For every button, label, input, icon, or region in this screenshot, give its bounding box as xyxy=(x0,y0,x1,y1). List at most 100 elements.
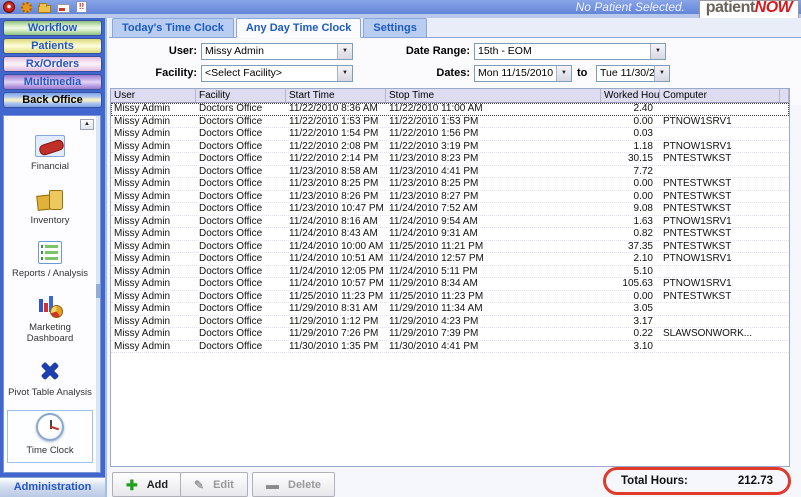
marketing-icon xyxy=(36,294,64,318)
table-cell: 11/25/2010 11:23 PM xyxy=(386,291,601,303)
edit-button[interactable]: ✎Edit xyxy=(180,472,248,497)
logo-text-patient: patient xyxy=(706,0,755,16)
table-row[interactable]: Missy AdminDoctors Office11/24/2010 10:0… xyxy=(111,241,789,254)
chevron-down-icon[interactable]: ▼ xyxy=(556,66,571,81)
chevron-down-icon[interactable]: ▼ xyxy=(337,66,352,81)
table-row[interactable]: Missy AdminDoctors Office11/24/2010 8:16… xyxy=(111,216,789,229)
table-row[interactable]: Missy AdminDoctors Office11/23/2010 8:26… xyxy=(111,191,789,204)
tab-any-day-time-clock[interactable]: Any Day Time Clock xyxy=(236,18,362,38)
table-cell: Missy Admin xyxy=(111,303,196,315)
sidebar-item-multimedia[interactable]: Multimedia xyxy=(3,74,102,90)
table-cell: PNTESTWKST xyxy=(660,153,780,165)
table-cell: 11/24/2010 8:43 AM xyxy=(286,228,386,240)
table-cell: 11/22/2010 2:14 PM xyxy=(286,153,386,165)
table-cell: 11/23/2010 8:25 PM xyxy=(386,178,601,190)
table-row[interactable]: Missy AdminDoctors Office11/23/2010 8:25… xyxy=(111,178,789,191)
table-cell: 0.82 xyxy=(601,228,660,240)
alert-icon[interactable]: !! xyxy=(76,1,87,13)
table-cell: Missy Admin xyxy=(111,228,196,240)
table-row[interactable]: Missy AdminDoctors Office11/29/2010 1:12… xyxy=(111,316,789,329)
sidebar-item-rxorders[interactable]: Rx/Orders xyxy=(3,56,102,72)
facility-select[interactable]: <Select Facility>▼ xyxy=(201,65,353,82)
patient-status-text: No Patient Selected. xyxy=(385,0,685,14)
table-row[interactable]: Missy AdminDoctors Office11/22/2010 2:14… xyxy=(111,153,789,166)
table-row[interactable]: Missy AdminDoctors Office11/29/2010 7:26… xyxy=(111,328,789,341)
date-range-select[interactable]: 15th - EOM▼ xyxy=(474,43,666,60)
table-cell: Doctors Office xyxy=(196,216,286,228)
column-header-facility[interactable]: Facility xyxy=(196,89,286,102)
sidebar-item-patients[interactable]: Patients xyxy=(3,38,102,54)
table-cell: Missy Admin xyxy=(111,116,196,128)
chevron-down-icon[interactable]: ▼ xyxy=(337,44,352,59)
column-header-user[interactable]: User xyxy=(111,89,196,102)
date-range-label: Date Range: xyxy=(390,45,470,57)
table-row[interactable]: Missy AdminDoctors Office11/24/2010 10:5… xyxy=(111,278,789,291)
table-cell: Missy Admin xyxy=(111,253,196,265)
table-cell: PTNOW1SRV1 xyxy=(660,216,780,228)
table-row[interactable]: Missy AdminDoctors Office11/29/2010 8:31… xyxy=(111,303,789,316)
column-header-stop-time[interactable]: Stop Time xyxy=(386,89,601,102)
table-cell: 0.00 xyxy=(601,291,660,303)
table-cell: 11/24/2010 10:00 AM xyxy=(286,241,386,253)
delete-button[interactable]: ▬Delete xyxy=(252,472,335,497)
sidebar-item-pivot-table-analysis[interactable]: Pivot Table Analysis xyxy=(7,356,93,401)
table-cell: Missy Admin xyxy=(111,166,196,178)
dates-label: Dates: xyxy=(422,67,470,79)
chevron-down-icon[interactable]: ▼ xyxy=(654,66,669,81)
table-row[interactable]: Missy AdminDoctors Office11/25/2010 11:2… xyxy=(111,291,789,304)
gear-icon[interactable] xyxy=(21,2,32,13)
main-content: Today's Time ClockAny Day Time ClockSett… xyxy=(109,18,801,497)
table-row[interactable]: Missy AdminDoctors Office11/24/2010 12:0… xyxy=(111,266,789,279)
sidebar: Workflow Patients Rx/Orders Multimedia Back … xyxy=(0,18,107,497)
user-select[interactable]: Missy Admin▼ xyxy=(201,43,353,60)
clock-icon[interactable] xyxy=(3,1,15,13)
table-cell: PTNOW1SRV1 xyxy=(660,116,780,128)
table-row[interactable]: Missy AdminDoctors Office11/24/2010 10:5… xyxy=(111,253,789,266)
mail-icon[interactable] xyxy=(57,4,70,13)
panel-scroll-up-button[interactable]: ▲ xyxy=(80,119,94,130)
table-cell: Doctors Office xyxy=(196,191,286,203)
table-row[interactable]: Missy AdminDoctors Office11/22/2010 1:54… xyxy=(111,128,789,141)
sidebar-item-financial[interactable]: Financial xyxy=(7,132,93,175)
sidebar-item-label: Pivot Table Analysis xyxy=(8,387,92,398)
sidebar-item-backoffice[interactable]: Back Office xyxy=(3,92,102,108)
column-header-start-time[interactable]: Start Time xyxy=(286,89,386,102)
sidebar-item-marketing-dashboard[interactable]: Marketing Dashboard xyxy=(7,291,93,347)
table-cell: 5.10 xyxy=(601,266,660,278)
panel-scrollbar[interactable] xyxy=(96,116,100,472)
table-row[interactable]: Missy AdminDoctors Office11/24/2010 8:43… xyxy=(111,228,789,241)
table-cell: Doctors Office xyxy=(196,278,286,290)
table-cell: 11/29/2010 1:12 PM xyxy=(286,316,386,328)
chevron-down-icon[interactable]: ▼ xyxy=(650,44,665,59)
add-button[interactable]: ✚Add xyxy=(112,472,182,497)
sidebar-item-reports-analysis[interactable]: Reports / Analysis xyxy=(7,238,93,282)
sidebar-item-inventory[interactable]: Inventory xyxy=(7,184,93,229)
table-cell: 11/23/2010 8:58 AM xyxy=(286,166,386,178)
table-cell: Doctors Office xyxy=(196,253,286,265)
sidebar-item-time-clock[interactable]: Time Clock xyxy=(7,410,93,463)
sidebar-item-workflow[interactable]: Workflow xyxy=(3,20,102,36)
sidebar-item-administration[interactable]: Administration xyxy=(0,477,105,497)
tab-today-s-time-clock[interactable]: Today's Time Clock xyxy=(112,18,234,37)
column-header-worked-hours[interactable]: Worked Hours xyxy=(601,89,660,102)
table-cell: PNTESTWKST xyxy=(660,241,780,253)
table-cell: Doctors Office xyxy=(196,116,286,128)
tab-settings[interactable]: Settings xyxy=(363,18,426,37)
table-row[interactable]: Missy AdminDoctors Office11/22/2010 2:08… xyxy=(111,141,789,154)
table-row[interactable]: Missy AdminDoctors Office11/22/2010 1:53… xyxy=(111,116,789,129)
table-cell: 11/29/2010 8:34 AM xyxy=(386,278,601,290)
table-row[interactable]: Missy AdminDoctors Office11/22/2010 8:36… xyxy=(111,103,789,116)
table-cell: 1.63 xyxy=(601,216,660,228)
table-cell: 11/24/2010 12:57 PM xyxy=(386,253,601,265)
date-from-select[interactable]: Mon 11/15/2010▼ xyxy=(474,65,572,82)
table-cell: Missy Admin xyxy=(111,103,196,115)
table-cell: Missy Admin xyxy=(111,241,196,253)
table-cell: Doctors Office xyxy=(196,228,286,240)
folder-icon[interactable] xyxy=(38,5,51,13)
table-row[interactable]: Missy AdminDoctors Office11/23/2010 10:4… xyxy=(111,203,789,216)
column-header-computer[interactable]: Computer xyxy=(660,89,780,102)
table-row[interactable]: Missy AdminDoctors Office11/30/2010 1:35… xyxy=(111,341,789,354)
total-hours-value: 212.73 xyxy=(738,475,773,487)
date-to-select[interactable]: Tue 11/30/2010▼ xyxy=(596,65,670,82)
table-row[interactable]: Missy AdminDoctors Office11/23/2010 8:58… xyxy=(111,166,789,179)
